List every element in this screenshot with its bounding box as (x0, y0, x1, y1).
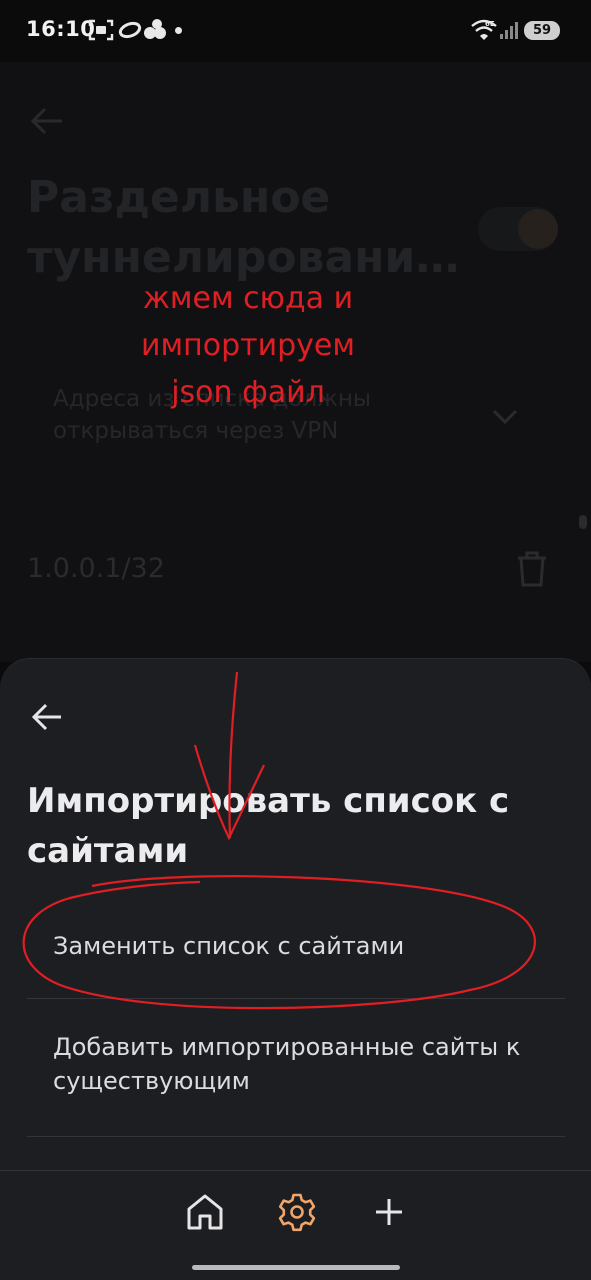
trash-icon (518, 551, 546, 587)
wifi-icon: 6E (471, 19, 497, 40)
chevron-down-icon (492, 409, 518, 425)
status-time: 16:10 (26, 17, 96, 41)
replace-site-list-option[interactable]: Заменить список с сайтами (27, 917, 565, 999)
site-list-entry: 1.0.0.1/32 (27, 553, 165, 584)
status-bar: 16:10 6E 59 (0, 0, 591, 62)
app-notification-icon (144, 19, 166, 39)
screenshot-icon (88, 19, 114, 41)
background-page-title: Раздельное туннелировани… (27, 172, 460, 283)
home-icon[interactable] (183, 1190, 227, 1234)
plus-icon[interactable] (367, 1190, 411, 1234)
add-imported-sites-option[interactable]: Добавить импортированные сайты к существ… (27, 1000, 565, 1137)
wifi-6e-label: 6E (485, 20, 495, 28)
battery-indicator: 59 (524, 21, 560, 40)
signal-icon (500, 22, 518, 39)
gesture-home-bar (192, 1265, 400, 1270)
back-arrow-icon[interactable] (30, 701, 64, 733)
option-label: Добавить импортированные сайты к существ… (53, 1033, 521, 1095)
back-arrow-icon (30, 107, 62, 135)
annotation-text: жмем сюда и импортируем json файл (141, 281, 355, 410)
app-notification-icon (118, 21, 142, 39)
sheet-title: Импортировать список с сайтами (27, 781, 510, 871)
gear-icon[interactable] (275, 1190, 319, 1234)
scrollbar (579, 515, 587, 529)
toggle-knob (518, 209, 558, 249)
option-label: Заменить список с сайтами (53, 932, 405, 960)
notification-dot (175, 27, 182, 34)
